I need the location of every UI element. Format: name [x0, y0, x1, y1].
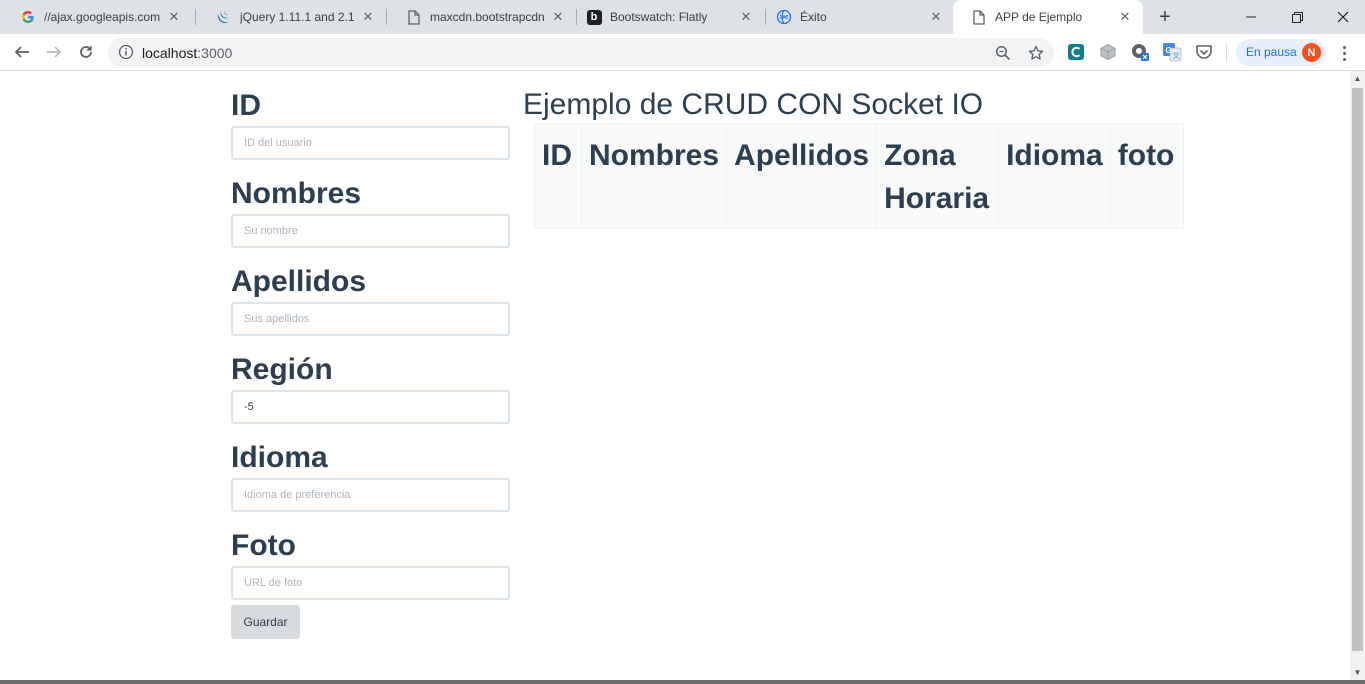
region-label: Región — [231, 353, 333, 386]
svg-text:G: G — [1166, 46, 1172, 55]
user-form: ID Nombres Apellidos Región Idioma Foto … — [231, 71, 510, 639]
foto-input[interactable] — [231, 566, 510, 600]
info-icon[interactable] — [118, 44, 134, 60]
tab-exito[interactable]: Éxito ✕ — [758, 0, 954, 34]
close-tab-icon[interactable]: ✕ — [738, 9, 754, 25]
url-port: :3000 — [197, 45, 233, 61]
apellidos-input[interactable] — [231, 302, 510, 336]
forward-button[interactable] — [40, 38, 68, 66]
idioma-input[interactable] — [231, 478, 510, 512]
header-apellidos: Apellidos — [726, 123, 878, 229]
id-input[interactable] — [231, 126, 510, 160]
profile-status: En pausa — [1246, 45, 1297, 59]
extension-c-icon[interactable] — [1066, 42, 1086, 62]
tab-divider — [195, 9, 196, 25]
tab-title: Bootswatch: Flatly — [610, 10, 708, 24]
jquery-icon — [216, 9, 232, 25]
svg-text:文: 文 — [1173, 51, 1180, 60]
tab-jquery[interactable]: jQuery 1.11.1 and 2.1.1 ✕ — [198, 0, 386, 34]
google-translate-icon[interactable]: G文 — [1162, 42, 1182, 62]
profile-avatar: N — [1302, 43, 1321, 62]
nombres-input[interactable] — [231, 214, 510, 248]
profile-paused-button[interactable]: En pausa N — [1236, 39, 1326, 66]
reload-button[interactable] — [72, 38, 100, 66]
document-icon — [406, 9, 422, 25]
apellidos-label: Apellidos — [231, 265, 367, 298]
close-tab-icon[interactable]: ✕ — [1117, 9, 1133, 25]
globe-icon — [776, 9, 792, 25]
table-header-row: ID Nombres Apellidos Zona Horaria Idioma… — [534, 123, 1184, 229]
minimize-button[interactable] — [1228, 0, 1274, 34]
tab-bootswatch[interactable]: b Bootswatch: Flatly ✕ — [568, 0, 764, 34]
bootswatch-icon: b — [586, 9, 602, 25]
toolbar-divider — [1226, 44, 1227, 62]
tab-app-ejemplo[interactable]: APP de Ejemplo ✕ — [953, 0, 1143, 34]
header-foto: foto — [1109, 123, 1184, 229]
extension-cube-icon[interactable] — [1098, 42, 1118, 62]
region-input[interactable] — [231, 390, 510, 424]
bookmark-star-icon[interactable] — [1027, 44, 1045, 62]
new-tab-button[interactable]: + — [1154, 6, 1176, 28]
header-zona-horaria: Zona Horaria — [876, 123, 1000, 229]
tab-title: //ajax.googleapis.com/a — [44, 10, 160, 24]
zoom-icon[interactable] — [994, 44, 1012, 62]
tab-title: maxcdn.bootstrapcdn.c — [430, 10, 544, 24]
tab-title: Éxito — [800, 10, 827, 24]
idioma-label: Idioma — [231, 441, 328, 474]
id-label: ID — [231, 89, 261, 122]
users-table: ID Nombres Apellidos Zona Horaria Idioma… — [534, 123, 1184, 229]
scrollbar-thumb[interactable] — [1352, 88, 1363, 651]
nombres-label: Nombres — [231, 177, 362, 210]
page-viewport: ID Nombres Apellidos Región Idioma Foto … — [0, 71, 1350, 684]
header-nombres: Nombres — [580, 123, 728, 229]
users-table-wrapper: ID Nombres Apellidos Zona Horaria Idioma… — [534, 123, 1184, 229]
address-bar[interactable]: localhost:3000 — [108, 38, 1054, 67]
page-title: Ejemplo de CRUD CON Socket IO — [523, 88, 984, 121]
tab-maxcdn[interactable]: maxcdn.bootstrapcdn.c ✕ — [388, 0, 576, 34]
scroll-up-arrow-icon[interactable]: ▲ — [1350, 71, 1365, 86]
close-tab-icon[interactable]: ✕ — [928, 9, 944, 25]
browser-toolbar: localhost:3000 G文 En pausa N — [0, 34, 1365, 71]
close-tab-icon[interactable]: ✕ — [550, 9, 566, 25]
close-tab-icon[interactable]: ✕ — [360, 9, 376, 25]
url-host: localhost — [142, 45, 198, 61]
window-bottom-edge — [0, 680, 1365, 684]
vertical-scrollbar[interactable]: ▲ ▼ — [1350, 71, 1365, 680]
foto-label: Foto — [231, 529, 296, 562]
close-tab-icon[interactable]: ✕ — [166, 9, 182, 25]
tab-ajax-googleapis[interactable]: //ajax.googleapis.com/a ✕ — [2, 0, 192, 34]
header-idioma: Idioma — [998, 123, 1111, 229]
guardar-button[interactable]: Guardar — [231, 605, 300, 639]
tab-strip: //ajax.googleapis.com/a ✕ jQuery 1.11.1 … — [0, 0, 1365, 34]
extension-blocker-icon[interactable] — [1130, 42, 1150, 62]
pocket-icon[interactable] — [1194, 42, 1214, 62]
restore-button[interactable] — [1274, 0, 1320, 34]
scroll-down-arrow-icon[interactable]: ▼ — [1350, 665, 1365, 680]
close-window-button[interactable] — [1320, 0, 1365, 34]
google-icon — [20, 9, 36, 25]
tab-divider — [386, 9, 387, 25]
browser-menu-icon[interactable] — [1334, 43, 1354, 63]
header-id: ID — [534, 123, 582, 229]
document-icon — [971, 9, 987, 25]
tab-title: jQuery 1.11.1 and 2.1.1 — [240, 10, 354, 24]
back-button[interactable] — [8, 38, 36, 66]
tab-title: APP de Ejemplo — [995, 10, 1083, 24]
url-text: localhost:3000 — [142, 45, 232, 61]
